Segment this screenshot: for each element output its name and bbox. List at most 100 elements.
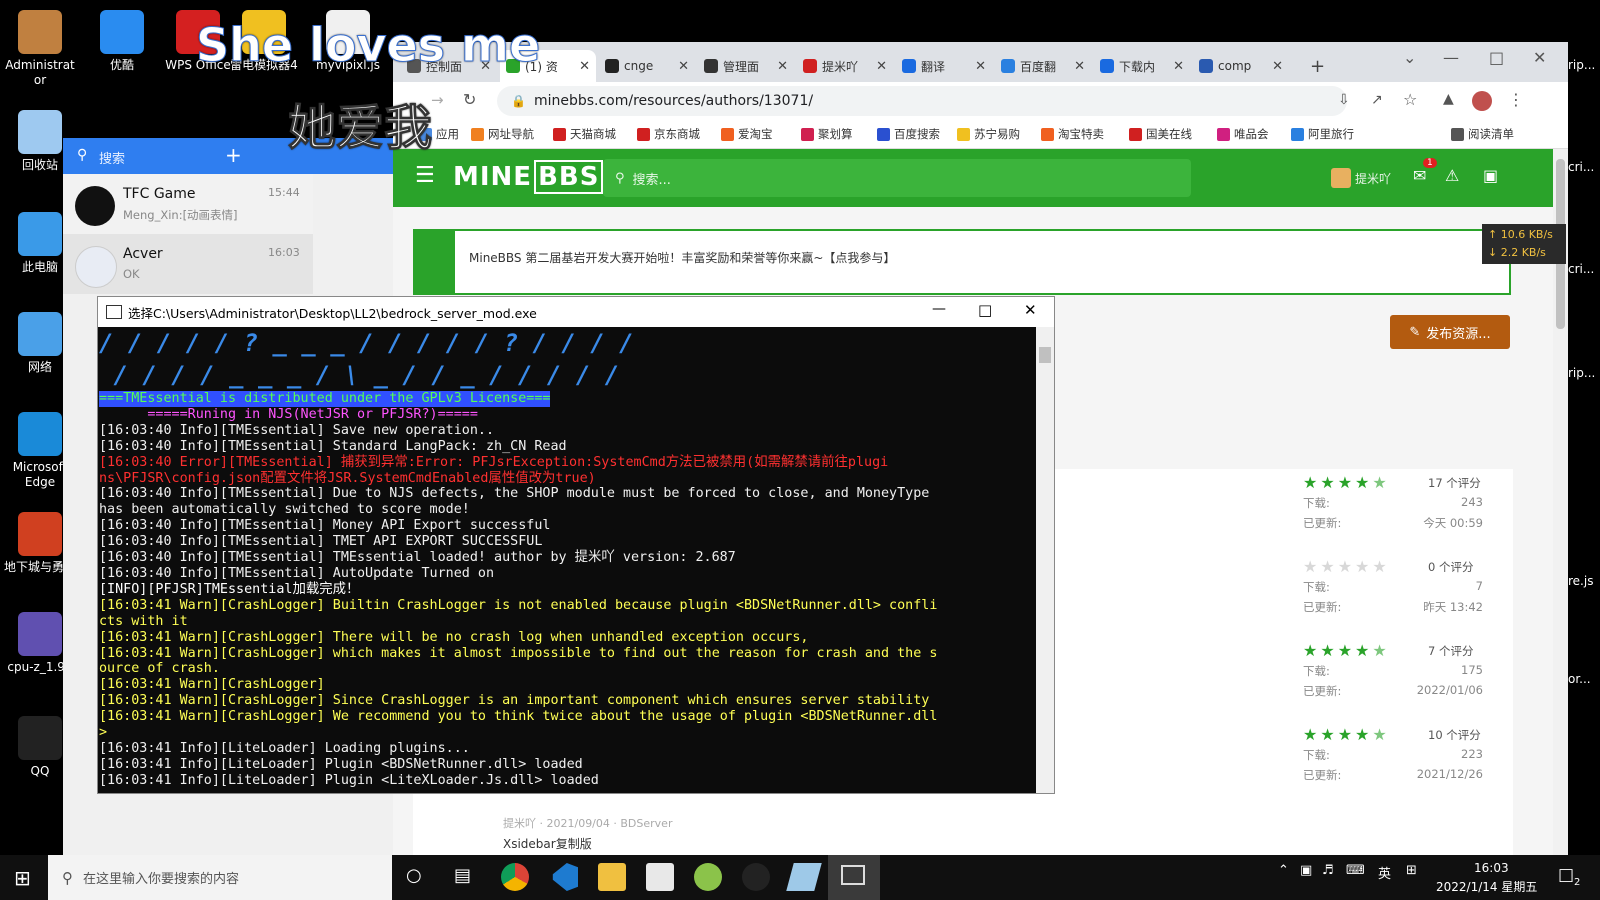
keyboard-icon[interactable]: ⌨ bbox=[1346, 863, 1365, 878]
vscode-taskbar-icon[interactable] bbox=[552, 863, 578, 891]
close-tab-icon[interactable]: ✕ bbox=[1272, 59, 1283, 74]
tab-label: comp bbox=[1218, 59, 1252, 73]
browser-tab[interactable]: 提米吖 ✕ bbox=[797, 50, 893, 82]
install-icon[interactable]: ⇩ bbox=[1338, 92, 1350, 108]
bookmark-item[interactable]: 淘宝特卖 bbox=[1041, 126, 1104, 142]
network-icon[interactable]: ▣ bbox=[1300, 863, 1312, 878]
file-explorer-taskbar-icon[interactable] bbox=[598, 863, 626, 891]
store-taskbar-icon[interactable] bbox=[646, 863, 674, 891]
bookmark-item[interactable]: 网址导航 bbox=[471, 126, 534, 142]
bookmark-item[interactable]: 爱淘宝 bbox=[721, 126, 773, 142]
bookmark-icon[interactable]: ▣ bbox=[1483, 166, 1498, 185]
qq-taskbar-icon[interactable] bbox=[742, 863, 770, 891]
close-tab-icon[interactable]: ✕ bbox=[1074, 59, 1085, 74]
hamburger-menu-icon[interactable]: ☰ bbox=[415, 163, 435, 188]
app-taskbar-icon[interactable] bbox=[694, 863, 722, 891]
bookmark-item[interactable]: 阅读清单 bbox=[1451, 126, 1514, 142]
bookmark-item[interactable]: 苏宁易购 bbox=[957, 126, 1020, 142]
browser-tab[interactable]: 百度翻 ✕ bbox=[995, 50, 1091, 82]
desktop-icon-label[interactable]: cri... bbox=[1568, 262, 1594, 276]
clock-date[interactable]: 2022/1/14 星期五 bbox=[1436, 878, 1537, 895]
maximize-button[interactable]: □ bbox=[1489, 48, 1504, 67]
menu-icon[interactable]: ⋮ bbox=[1508, 90, 1524, 109]
close-button[interactable]: ✕ bbox=[1533, 48, 1546, 67]
console-titlebar[interactable]: 选择C:\Users\Administrator\Desktop\LL2\bed… bbox=[98, 297, 1054, 327]
bookmark-item[interactable]: 国美在线 bbox=[1129, 126, 1192, 142]
ime-grid-icon[interactable]: ⊞ bbox=[1406, 863, 1417, 878]
desktop-icon-label[interactable]: cri... bbox=[1568, 160, 1594, 174]
bookmark-item[interactable]: 天猫商城 bbox=[553, 126, 616, 142]
console-line: [16:03:41 Warn][CrashLogger] We recommen… bbox=[99, 709, 938, 725]
desktop-icon-label[interactable]: rip... bbox=[1568, 366, 1595, 380]
ime-indicator[interactable]: 英 bbox=[1378, 863, 1391, 882]
user-name[interactable]: 提米吖 bbox=[1355, 170, 1391, 187]
chrome-taskbar-icon[interactable] bbox=[501, 863, 529, 891]
console-scrollbar[interactable] bbox=[1036, 327, 1054, 793]
taskbar-search-input[interactable]: ⚲ 在这里输入你要搜索的内容 bbox=[48, 855, 392, 900]
desktop-icon-label: Administrat or bbox=[5, 58, 75, 87]
chevron-up-icon[interactable]: ⌃ bbox=[1278, 863, 1289, 878]
desktop-icon[interactable]: Administrat or bbox=[2, 10, 78, 88]
bookmark-item[interactable]: 百度搜索 bbox=[877, 126, 940, 142]
notification-icon[interactable]: □ bbox=[1558, 865, 1574, 885]
close-tab-icon[interactable]: ✕ bbox=[777, 59, 788, 74]
browser-tab[interactable]: cnge ✕ bbox=[599, 50, 695, 82]
console-output[interactable]: / / / / / ? _ _ _ / / / / / ? / / / / / … bbox=[98, 327, 1037, 793]
reload-icon[interactable]: ↻ bbox=[463, 90, 476, 109]
notice-banner[interactable]: MineBBS 第二届基岩开发大赛开始啦！丰富奖励和荣誉等你来赢~【点我参与】 bbox=[413, 229, 1511, 295]
bell-icon[interactable]: ⚠ bbox=[1445, 166, 1459, 185]
contact-item[interactable]: Acver 16:03 OK bbox=[63, 234, 313, 294]
desktop-icon[interactable]: 优酷 bbox=[84, 10, 160, 73]
close-tab-icon[interactable]: ✕ bbox=[975, 59, 986, 74]
desktop-icon-label[interactable]: or... bbox=[1568, 672, 1591, 686]
close-tab-icon[interactable]: ✕ bbox=[678, 59, 689, 74]
publish-resource-button[interactable]: ✎ 发布资源... bbox=[1390, 315, 1510, 349]
bookmark-icon bbox=[471, 127, 484, 141]
cortana-icon[interactable]: ○ bbox=[406, 865, 422, 886]
console-taskbar-item[interactable] bbox=[828, 855, 880, 900]
mail-icon[interactable]: ✉ bbox=[1413, 166, 1426, 185]
app-icon bbox=[100, 10, 144, 54]
user-avatar[interactable] bbox=[1331, 168, 1351, 188]
task-view-icon[interactable]: ▤ bbox=[454, 865, 471, 886]
close-tab-icon[interactable]: ✕ bbox=[579, 59, 590, 74]
forward-icon[interactable]: → bbox=[431, 91, 444, 109]
bookmark-star-icon[interactable]: ☆ bbox=[1403, 90, 1417, 109]
bookmark-item[interactable]: 唯品会 bbox=[1217, 126, 1269, 142]
bookmarks-bar: 应用 网址导航 天猫商城 京东商城 爱淘宝 聚划算 百度搜索 苏宁易购 淘宝特卖 国美在线 唯品会 阿… bbox=[393, 120, 1568, 149]
site-search-input[interactable]: ⚲ 搜索... bbox=[603, 159, 1191, 197]
volume-icon[interactable]: ♬ bbox=[1322, 863, 1334, 878]
share-icon[interactable]: ↗ bbox=[1371, 92, 1383, 108]
minimize-button[interactable]: — bbox=[932, 301, 946, 317]
resource-title[interactable]: Xsidebar复制版 bbox=[503, 835, 592, 852]
minimize-button[interactable]: — bbox=[1443, 48, 1459, 67]
star-icon: ★ bbox=[1337, 725, 1356, 744]
clock-time[interactable]: 16:03 bbox=[1474, 861, 1509, 875]
desktop-icon-label[interactable]: re.js bbox=[1568, 574, 1593, 588]
add-icon[interactable]: + bbox=[225, 143, 242, 167]
desktop-icon-label[interactable]: rip... bbox=[1568, 58, 1595, 72]
site-logo[interactable]: MINE BBS bbox=[453, 160, 604, 194]
browser-tab[interactable]: 管理面 ✕ bbox=[698, 50, 794, 82]
maximize-button[interactable]: □ bbox=[978, 301, 992, 319]
address-bar[interactable]: 🔒 minebbs.com/resources/authors/13071/ bbox=[497, 86, 1347, 116]
windows-start-icon[interactable]: ⊞ bbox=[14, 866, 31, 890]
tab-search-icon[interactable]: ⌄ bbox=[1403, 48, 1416, 67]
close-button[interactable]: ✕ bbox=[1024, 301, 1037, 319]
contact-item[interactable]: TFC Game 15:44 Meng_Xin:[动画表情] bbox=[63, 174, 313, 234]
profile-avatar[interactable] bbox=[1472, 91, 1492, 111]
downloads-label: 下载: bbox=[1303, 664, 1330, 678]
bookmark-item[interactable]: 阿里旅行 bbox=[1291, 126, 1354, 142]
app2-taskbar-icon[interactable] bbox=[786, 863, 822, 891]
browser-tab[interactable]: 下载内 ✕ bbox=[1094, 50, 1190, 82]
browser-tab[interactable]: comp ✕ bbox=[1193, 50, 1289, 82]
star-icon: ★ bbox=[1337, 641, 1356, 660]
new-tab-button[interactable]: + bbox=[1310, 56, 1325, 77]
close-tab-icon[interactable]: ✕ bbox=[1173, 59, 1184, 74]
bookmark-item[interactable]: 聚划算 bbox=[801, 126, 853, 142]
extensions-icon[interactable]: ▲ bbox=[1443, 91, 1454, 107]
resource-stats: ★★★★★ 0 个评分 下载: 7 已更新: 昨天 13:42 bbox=[1303, 553, 1503, 633]
browser-tab[interactable]: 翻译 ✕ bbox=[896, 50, 992, 82]
close-tab-icon[interactable]: ✕ bbox=[876, 59, 887, 74]
bookmark-item[interactable]: 京东商城 bbox=[637, 126, 700, 142]
